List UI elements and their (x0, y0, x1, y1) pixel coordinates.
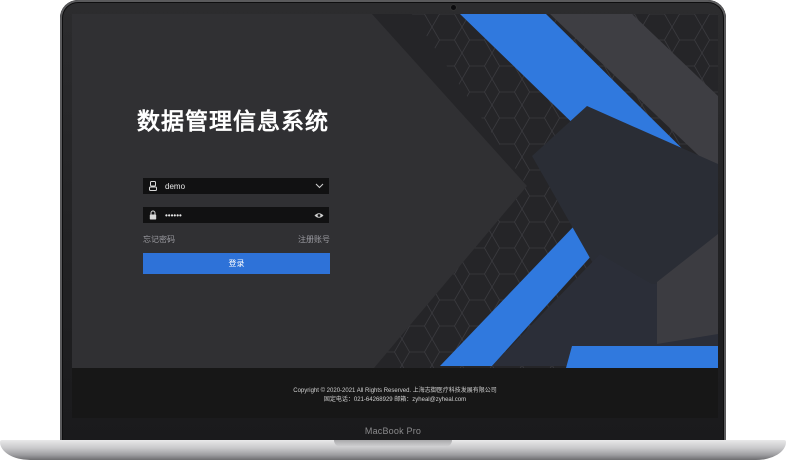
app-title: 数据管理信息系统 (137, 109, 329, 135)
laptop-notch (334, 440, 452, 447)
blue-bar-bottom (566, 346, 718, 368)
eye-icon[interactable] (311, 212, 327, 219)
username-field[interactable]: demo (143, 178, 329, 194)
footer-copyright: Copyright © 2020-2021 All Rights Reserve… (293, 388, 497, 394)
forgot-password-link[interactable]: 忘记密码 (143, 234, 175, 245)
lock-icon (145, 210, 161, 220)
laptop-model-label: MacBook Pro (364, 426, 422, 436)
user-icon (145, 181, 161, 191)
username-value[interactable]: demo (165, 182, 311, 191)
footer: Copyright © 2020-2021 All Rights Reserve… (72, 368, 718, 418)
password-value[interactable]: •••••• (165, 211, 311, 220)
login-screen: 数据管理信息系统 demo •••••• 忘记密码 注册账号 登录 Copyri… (72, 14, 718, 418)
footer-contact: 固定电话：021-64268929 邮箱：zyheal@zyheal.com (323, 397, 467, 403)
register-link[interactable]: 注册账号 (298, 234, 330, 245)
chevron-down-icon[interactable] (311, 183, 327, 189)
login-button[interactable]: 登录 (143, 253, 330, 274)
camera-icon (451, 5, 456, 10)
password-field[interactable]: •••••• (143, 207, 329, 223)
